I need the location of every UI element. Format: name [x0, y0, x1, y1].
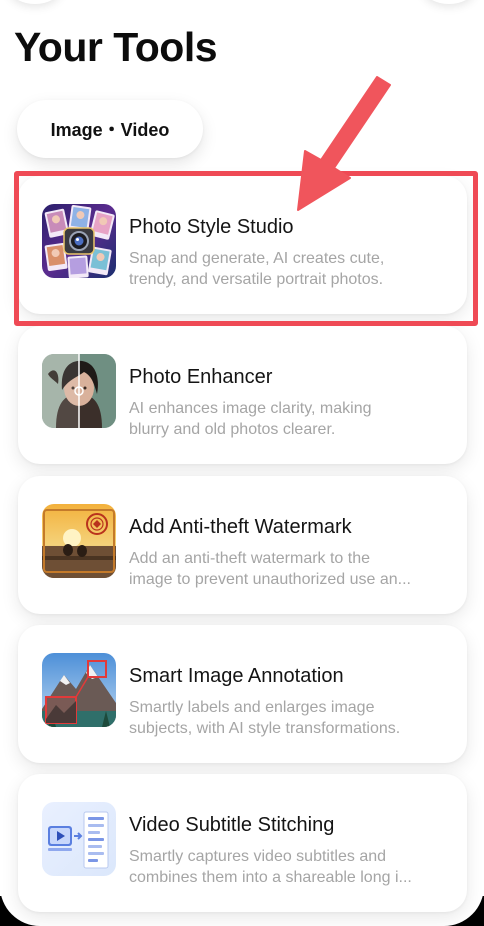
tool-description-line: Smartly labels and enlarges image: [129, 699, 375, 716]
tool-description-line: AI enhances image clarity, making: [129, 400, 372, 417]
tool-description: Smartly captures video subtitles and com…: [129, 846, 455, 888]
photo-collage-camera-icon: [42, 204, 116, 278]
tool-title: Smart Image Annotation: [129, 665, 344, 687]
tool-card-photo-style-studio[interactable]: Photo Style Studio Snap and generate, AI…: [18, 176, 467, 314]
tool-description: Smartly labels and enlarges image subjec…: [129, 697, 455, 739]
tool-title: Photo Enhancer: [129, 366, 273, 388]
tool-title: Video Subtitle Stitching: [129, 814, 335, 836]
filter-chip-image-video[interactable]: Image・Video: [17, 100, 203, 158]
sunset-watermark-stamp-icon: [42, 504, 116, 578]
tool-card-photo-enhancer[interactable]: Photo Enhancer AI enhances image clarity…: [18, 326, 467, 464]
tool-card-smart-image-annotation[interactable]: Smart Image Annotation Smartly labels an…: [18, 625, 467, 763]
tool-card-anti-theft-watermark[interactable]: Add Anti-theft Watermark Add an anti-the…: [18, 476, 467, 614]
video-to-document-icon: [42, 802, 116, 876]
tool-title: Add Anti-theft Watermark: [129, 516, 352, 538]
tool-description-line: combines them into a shareable long i...: [129, 869, 412, 886]
tool-description-line: image to prevent unauthorized use an...: [129, 571, 411, 588]
tool-description: AI enhances image clarity, making blurry…: [129, 398, 455, 440]
portrait-before-after-icon: [42, 354, 116, 428]
tool-description-line: subjects, with AI style transformations.: [129, 720, 401, 737]
tool-card-video-subtitle-stitching[interactable]: Video Subtitle Stitching Smartly capture…: [18, 774, 467, 912]
tool-description-line: Add an anti-theft watermark to the: [129, 550, 371, 567]
mountain-annotation-icon: [42, 653, 116, 727]
tool-title: Photo Style Studio: [129, 216, 294, 238]
tool-description-line: trendy, and versatile portrait photos.: [129, 271, 384, 288]
tool-description: Add an anti-theft watermark to the image…: [129, 548, 455, 590]
tool-description-line: Smartly captures video subtitles and: [129, 848, 387, 865]
tool-description-line: blurry and old photos clearer.: [129, 421, 336, 438]
page-title: Your Tools: [14, 24, 218, 70]
tool-description: Snap and generate, AI creates cute, tren…: [129, 248, 455, 290]
tools-page: Your Tools Image・Video Photo Style Studi…: [0, 0, 484, 926]
tool-description-line: Snap and generate, AI creates cute,: [129, 250, 385, 267]
